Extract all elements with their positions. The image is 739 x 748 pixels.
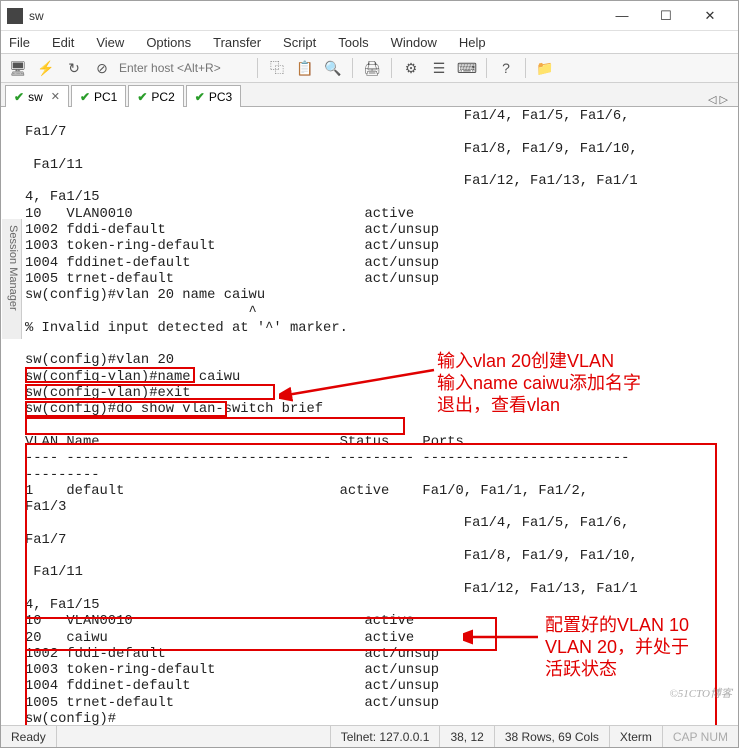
help-icon[interactable]: ?: [495, 57, 517, 79]
toolbar-separator: [391, 58, 392, 78]
status-connection: Telnet: 127.0.0.1: [331, 726, 441, 747]
status-dot-icon: ✔: [137, 90, 147, 104]
host-input[interactable]: [119, 61, 249, 75]
status-bar: Ready Telnet: 127.0.0.1 38, 12 38 Rows, …: [1, 725, 738, 747]
tab-pc3[interactable]: ✔ PC3: [186, 85, 241, 107]
annotation-line: 退出，查看vlan: [437, 394, 641, 416]
disconnect-icon[interactable]: ⊘: [91, 57, 113, 79]
menu-view[interactable]: View: [94, 33, 126, 52]
maximize-button[interactable]: ☐: [644, 2, 688, 30]
reconnect-icon[interactable]: ↻: [63, 57, 85, 79]
transfer-icon[interactable]: 📁: [534, 57, 556, 79]
window-title: sw: [29, 9, 600, 23]
annotation-line: 输入name caiwu添加名字: [437, 372, 641, 394]
connect-icon[interactable]: 🖥: [7, 57, 29, 79]
toolbar: 🖥 ⚡ ↻ ⊘ ⿻ 📋 🔍 🖨 ⚙ ☰ ⌨ ? 📁: [1, 53, 738, 83]
toolbar-separator: [525, 58, 526, 78]
quick-connect-icon[interactable]: ⚡: [35, 57, 57, 79]
copy-icon[interactable]: ⿻: [266, 57, 288, 79]
tab-pc1[interactable]: ✔ PC1: [71, 85, 126, 107]
menu-file[interactable]: File: [7, 33, 32, 52]
annotation-text: 配置好的VLAN 10 VLAN 20，并处于 活跃状态: [545, 614, 689, 680]
menu-bar: File Edit View Options Transfer Script T…: [1, 31, 738, 53]
terminal-area: Session Manager Fa1/4, Fa1/5, Fa1/6, Fa1…: [1, 107, 738, 725]
status-dot-icon: ✔: [14, 90, 24, 104]
menu-tools[interactable]: Tools: [336, 33, 370, 52]
tab-nav[interactable]: ◁ ▷: [702, 93, 734, 106]
tab-pc2[interactable]: ✔ PC2: [128, 85, 183, 107]
annotation-line: 配置好的VLAN 10: [545, 614, 689, 636]
status-size: 38 Rows, 69 Cols: [495, 726, 610, 747]
annotation-line: 活跃状态: [545, 658, 689, 680]
print-icon[interactable]: 🖨: [361, 57, 383, 79]
tab-label: sw: [28, 90, 43, 104]
menu-script[interactable]: Script: [281, 33, 318, 52]
status-term-type: Xterm: [610, 726, 663, 747]
settings-icon[interactable]: ⚙: [400, 57, 422, 79]
status-caps-num: CAP NUM: [663, 726, 738, 747]
menu-transfer[interactable]: Transfer: [211, 33, 263, 52]
menu-help[interactable]: Help: [457, 33, 488, 52]
tab-sw[interactable]: ✔ sw ✕: [5, 85, 69, 107]
tab-label: PC2: [151, 90, 174, 104]
menu-window[interactable]: Window: [389, 33, 439, 52]
keyboard-icon[interactable]: ⌨: [456, 57, 478, 79]
annotation-line: VLAN 20，并处于: [545, 636, 689, 658]
toolbar-separator: [257, 58, 258, 78]
toolbar-separator: [352, 58, 353, 78]
watermark: ©51CTO博客: [669, 685, 732, 701]
tab-label: PC3: [209, 90, 232, 104]
tab-close-icon[interactable]: ✕: [51, 90, 60, 103]
status-dot-icon: ✔: [80, 90, 90, 104]
paste-icon[interactable]: 📋: [294, 57, 316, 79]
menu-edit[interactable]: Edit: [50, 33, 76, 52]
app-window: sw — ☐ ✕ File Edit View Options Transfer…: [0, 0, 739, 748]
tab-label: PC1: [94, 90, 117, 104]
status-dot-icon: ✔: [195, 90, 205, 104]
status-cursor-pos: 38, 12: [440, 726, 494, 747]
title-bar: sw — ☐ ✕: [1, 1, 738, 31]
minimize-button[interactable]: —: [600, 2, 644, 30]
tab-bar: ✔ sw ✕ ✔ PC1 ✔ PC2 ✔ PC3 ◁ ▷: [1, 83, 738, 107]
annotation-line: 输入vlan 20创建VLAN: [437, 350, 641, 372]
close-button[interactable]: ✕: [688, 2, 732, 30]
menu-options[interactable]: Options: [144, 33, 193, 52]
find-icon[interactable]: 🔍: [322, 57, 344, 79]
annotation-text: 输入vlan 20创建VLAN 输入name caiwu添加名字 退出，查看vl…: [437, 350, 641, 416]
status-ready: Ready: [1, 726, 57, 747]
app-icon: [7, 8, 23, 24]
session-options-icon[interactable]: ☰: [428, 57, 450, 79]
toolbar-separator: [486, 58, 487, 78]
session-manager-tab[interactable]: Session Manager: [2, 219, 22, 339]
